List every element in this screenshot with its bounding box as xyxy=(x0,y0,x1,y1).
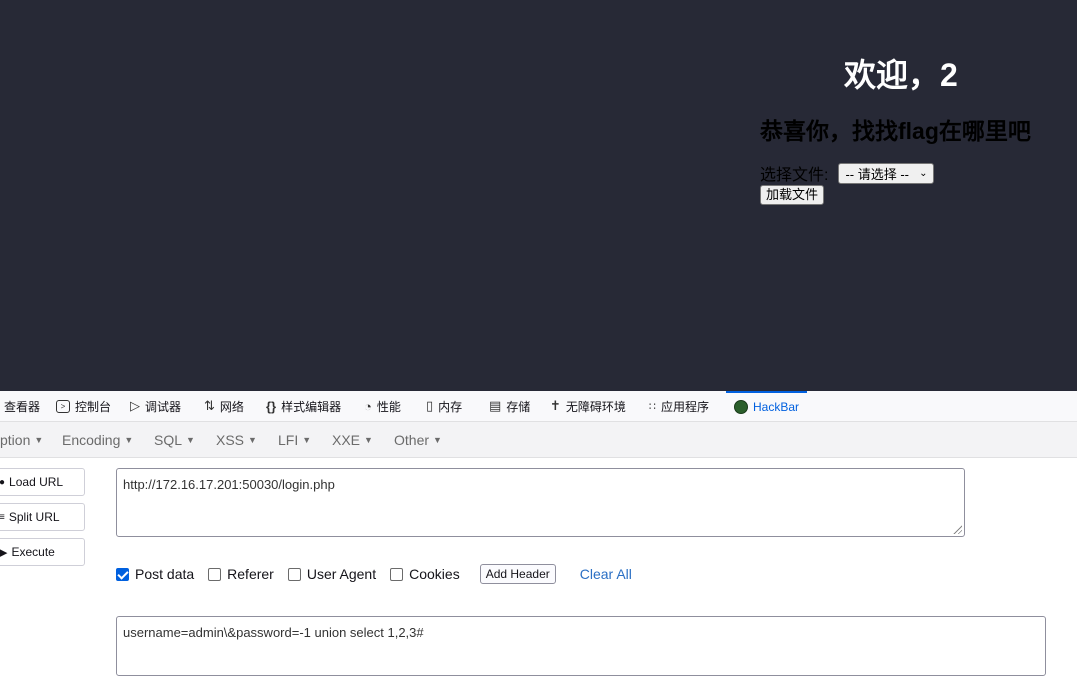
tab-memory[interactable]: ▯ 内存 xyxy=(426,391,462,421)
referer-option[interactable]: Referer xyxy=(208,566,274,582)
menu-other[interactable]: Other ▼ xyxy=(394,422,442,457)
caret-down-icon: ▼ xyxy=(364,434,373,445)
style-editor-icon: {} xyxy=(266,398,277,414)
execute-button[interactable]: ▶ Execute xyxy=(0,538,85,566)
storage-icon: ▤ xyxy=(489,398,502,413)
button-label: Execute xyxy=(11,545,55,559)
tab-application[interactable]: ∷ 应用程序 xyxy=(649,391,709,421)
file-select[interactable]: -- 请选择 -- ⌄ xyxy=(838,162,935,184)
network-icon: ⇅ xyxy=(204,398,215,413)
caret-down-icon: ▼ xyxy=(302,434,312,445)
tab-label: 内存 xyxy=(438,399,463,414)
hackbar-menu: ption ▼ Encoding ▼ SQL ▼ XSS ▼ LFI ▼ XXE ▼ Oth… xyxy=(0,422,1077,458)
chevron-down-icon: ⌄ xyxy=(919,167,928,179)
subtitle-heading: 恭喜你，找找flag在哪里吧 xyxy=(760,118,1031,144)
cookies-checkbox[interactable] xyxy=(390,567,404,581)
hackbar-logo-icon xyxy=(734,400,748,414)
tab-storage[interactable]: ▤ 存储 xyxy=(489,391,530,421)
add-header-button[interactable]: Add Header xyxy=(479,564,556,584)
tab-accessibility[interactable]: ✝ 无障碍环境 xyxy=(550,391,626,421)
post-data-checkbox[interactable] xyxy=(116,567,129,581)
memory-icon: ▯ xyxy=(426,398,434,413)
page-content: 欢迎，2 恭喜你，找找flag在哪里吧 选择文件: -- 请选择 -- ⌄ 加载… xyxy=(0,0,1077,391)
menu-label: Encoding xyxy=(62,431,121,448)
file-select-value: -- 请选择 -- xyxy=(845,166,909,182)
accessibility-icon: ✝ xyxy=(550,398,561,413)
post-data-value: username=admin\&password=-1 union select… xyxy=(123,625,424,640)
load-url-button[interactable]: ● Load URL xyxy=(0,468,85,496)
tab-label: 网络 xyxy=(219,399,244,414)
menu-label: XSS xyxy=(216,431,245,448)
load-file-button[interactable]: 加载文件 xyxy=(760,185,825,205)
tab-performance[interactable]: ◔ 性能 xyxy=(364,391,401,421)
menu-lfi[interactable]: LFI ▼ xyxy=(278,422,311,457)
file-label: 选择文件: xyxy=(760,167,829,184)
console-icon: > xyxy=(56,399,70,413)
clear-all-link[interactable]: Clear All xyxy=(580,566,632,582)
tab-label: 调试器 xyxy=(145,399,182,414)
tab-label: 查看器 xyxy=(4,399,41,414)
menu-label: Other xyxy=(394,431,430,448)
button-label: Split URL xyxy=(8,510,60,524)
menu-sql[interactable]: SQL ▼ xyxy=(154,422,195,457)
devtools-tabbar: 查看器 > 控制台 ▷ 调试器 ⇅ 网络 {} 样式编辑器 ◔ 性能 ▯ 内存 … xyxy=(0,391,1077,422)
load-icon: ● xyxy=(0,476,6,488)
debugger-icon: ▷ xyxy=(130,398,140,413)
split-icon: ≡ xyxy=(0,511,5,523)
tab-label: 性能 xyxy=(376,399,401,414)
url-value: http://172.16.17.201:50030/login.php xyxy=(123,477,335,492)
split-url-button[interactable]: ≡ Split URL xyxy=(0,503,85,531)
tab-style-editor[interactable]: {} 样式编辑器 xyxy=(266,391,341,421)
option-label: Cookies xyxy=(409,566,460,582)
option-label: Referer xyxy=(227,566,274,582)
caret-down-icon: ▼ xyxy=(34,434,44,445)
tab-label: HackBar xyxy=(753,400,800,414)
menu-label: SQL xyxy=(154,431,183,448)
menu-option[interactable]: ption ▼ xyxy=(0,422,43,457)
menu-xss[interactable]: XSS ▼ xyxy=(216,422,257,457)
tab-inspector[interactable]: 查看器 xyxy=(4,391,40,421)
caret-down-icon: ▼ xyxy=(124,434,134,445)
user-agent-option[interactable]: User Agent xyxy=(287,566,377,582)
tab-label: 存储 xyxy=(506,399,531,414)
menu-label: LFI xyxy=(278,431,299,448)
caret-down-icon: ▼ xyxy=(248,434,257,445)
application-icon: ∷ xyxy=(649,400,656,413)
url-textarea[interactable]: http://172.16.17.201:50030/login.php xyxy=(116,468,965,537)
tab-debugger[interactable]: ▷ 调试器 xyxy=(130,391,181,421)
menu-label: ption xyxy=(0,431,31,448)
referer-checkbox[interactable] xyxy=(208,567,222,581)
performance-icon: ◔ xyxy=(364,398,372,414)
execute-icon: ▶ xyxy=(0,546,8,559)
button-label: Load URL xyxy=(9,475,64,489)
cookies-option[interactable]: Cookies xyxy=(390,566,460,582)
tab-label: 应用程序 xyxy=(661,399,710,414)
post-data-option[interactable]: Post data xyxy=(116,566,194,582)
option-label: Post data xyxy=(135,566,195,582)
caret-down-icon: ▼ xyxy=(433,434,442,445)
tab-hackbar[interactable]: HackBar xyxy=(726,391,808,421)
post-data-textarea[interactable]: username=admin\&password=-1 union select… xyxy=(116,616,1046,676)
caret-down-icon: ▼ xyxy=(186,434,195,445)
menu-label: XXE xyxy=(332,431,361,448)
user-agent-checkbox[interactable] xyxy=(287,567,301,581)
file-select-row: 选择文件: -- 请选择 -- ⌄ xyxy=(760,161,935,185)
menu-xxe[interactable]: XXE ▼ xyxy=(332,422,373,457)
tab-label: 无障碍环境 xyxy=(565,399,626,414)
tab-console[interactable]: > 控制台 xyxy=(56,391,111,421)
tab-network[interactable]: ⇅ 网络 xyxy=(204,391,244,421)
welcome-heading: 欢迎，2 xyxy=(844,57,958,93)
tab-label: 样式编辑器 xyxy=(281,399,342,414)
tab-label: 控制台 xyxy=(75,399,112,414)
menu-encoding[interactable]: Encoding ▼ xyxy=(62,422,133,457)
resize-handle-icon[interactable] xyxy=(952,524,962,534)
option-label: User Agent xyxy=(306,566,377,582)
request-options: Post data Referer User Agent Cookies Add… xyxy=(116,564,632,584)
